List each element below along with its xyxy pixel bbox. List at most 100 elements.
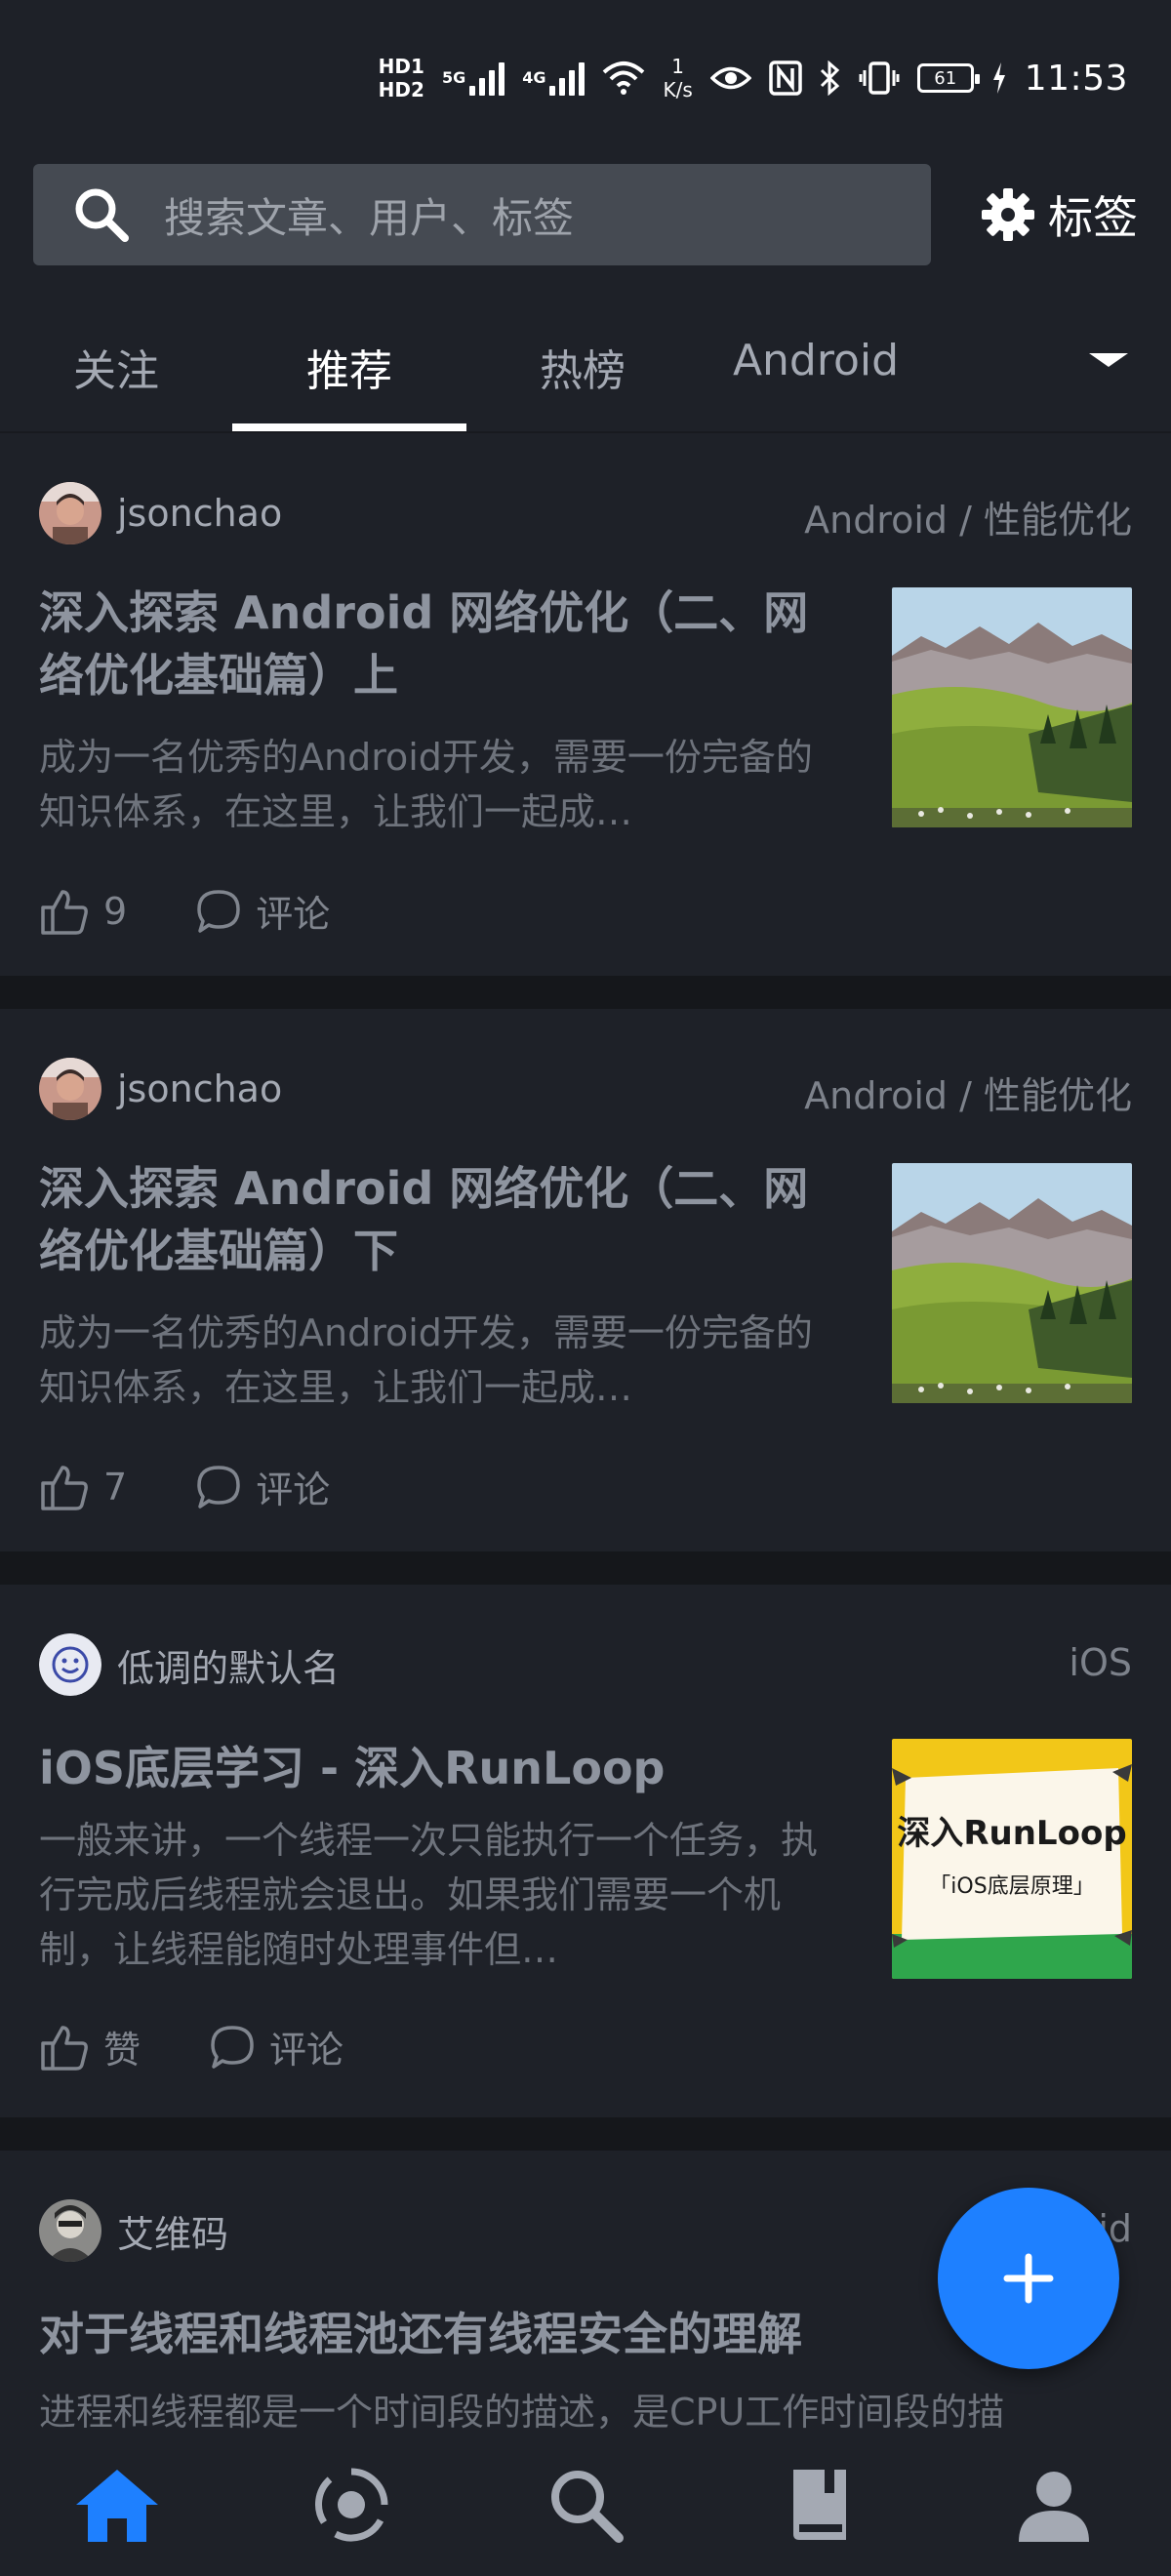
article-summary[interactable]: 一般来讲，一个线程一次只能执行一个任务，执行完成后线程就会退出。如果我们需要一个… [39, 1813, 849, 1977]
avatar[interactable] [39, 1058, 101, 1120]
charging-icon [992, 62, 1005, 94]
book-icon [793, 2470, 846, 2540]
article-thumbnail[interactable] [892, 1163, 1132, 1403]
thumb-subtitle: 「iOS底层原理」 [929, 1874, 1094, 1899]
gear-icon [982, 188, 1034, 241]
nav-pins[interactable] [298, 2451, 405, 2558]
profile-icon [1019, 2472, 1089, 2542]
tab-label: 热榜 [540, 346, 626, 396]
tab-android[interactable]: Android [699, 310, 933, 431]
card-separator [0, 2117, 1171, 2151]
nav-search[interactable] [532, 2451, 639, 2558]
article-card[interactable]: 低调的默认名 iOS iOS底层学习 - 深入RunLoop 一般来讲，一个线程… [0, 1585, 1171, 2117]
article-category[interactable]: Android / 性能优化 [804, 1066, 1132, 1119]
author-name[interactable]: 低调的默认名 [117, 1638, 340, 1692]
article-title[interactable]: 深入探索 Android 网络优化（二、网络优化基础篇）上 [39, 582, 839, 706]
search-placeholder: 搜索文章、用户、标签 [164, 193, 575, 242]
article-actions: 7 评论 [39, 1460, 398, 1513]
article-thumbnail[interactable]: 深入RunLoop 「iOS底层原理」 [892, 1739, 1132, 1979]
avatar[interactable] [39, 2199, 101, 2262]
tab-label: 推荐 [306, 346, 392, 396]
battery-level: 61 [934, 67, 957, 89]
tab-hot[interactable]: 热榜 [466, 310, 699, 431]
like-count: 9 [103, 889, 128, 933]
tags-button[interactable]: 标签 [982, 182, 1138, 247]
tab-label: 关注 [73, 346, 159, 396]
avatar[interactable] [39, 1633, 101, 1696]
hd2-label: HD2 [378, 78, 424, 101]
home-icon [76, 2470, 158, 2542]
article-card[interactable]: jsonchao Android / 性能优化 深入探索 Android 网络优… [0, 433, 1171, 976]
hd1-label: HD1 [378, 55, 424, 78]
bottom-nav [0, 2434, 1171, 2576]
comment-label: 评论 [256, 1469, 331, 1511]
comment-button[interactable]: 评论 [209, 2020, 343, 2073]
article-actions: 赞 评论 [39, 2020, 412, 2073]
comment-button[interactable]: 评论 [195, 884, 330, 938]
author-name[interactable]: 艾维码 [117, 2204, 228, 2258]
wifi-icon [603, 61, 645, 95]
article-title[interactable]: iOS底层学习 - 深入RunLoop [39, 1737, 839, 1799]
like-button[interactable]: 9 [39, 888, 127, 935]
like-button[interactable]: 赞 [39, 2020, 141, 2073]
tabs-expand-icon[interactable] [1089, 353, 1128, 367]
article-card[interactable]: jsonchao Android / 性能优化 深入探索 Android 网络优… [0, 1009, 1171, 1551]
search-icon [75, 188, 129, 242]
thumbs-up-icon [41, 889, 88, 935]
card-separator [0, 1551, 1171, 1585]
comment-icon [197, 1465, 240, 1509]
create-post-button[interactable] [938, 2188, 1119, 2369]
card-separator [0, 976, 1171, 1009]
thumb-title: 深入RunLoop [897, 1814, 1126, 1853]
comment-icon [211, 2025, 254, 2069]
thumbs-up-icon [41, 2025, 88, 2071]
nav-profile[interactable] [1000, 2451, 1108, 2558]
tags-label: 标签 [1048, 191, 1138, 244]
comment-button[interactable]: 评论 [195, 1460, 330, 1513]
author-row[interactable]: jsonchao [39, 1058, 282, 1120]
speed-unit: K/s [663, 78, 693, 101]
hd-indicator: HD1 HD2 [379, 55, 424, 101]
author-name[interactable]: jsonchao [117, 1067, 282, 1110]
plus-icon [1003, 2253, 1054, 2304]
article-category[interactable]: Android / 性能优化 [804, 490, 1132, 543]
article-summary[interactable]: 进程和线程都是一个时间段的描述，是CPU工作时间段的描 [39, 2385, 1132, 2434]
pins-icon [315, 2468, 388, 2542]
tab-following[interactable]: 关注 [0, 310, 232, 431]
signal-4g-icon: 4G [522, 60, 586, 96]
article-title[interactable]: 深入探索 Android 网络优化（二、网络优化基础篇）下 [39, 1157, 839, 1282]
article-category[interactable]: iOS [1069, 1641, 1132, 1684]
vibrate-icon [859, 61, 900, 95]
net1-label: 5G [441, 68, 466, 87]
eye-icon [709, 66, 751, 90]
clock: 11:53 [1024, 58, 1128, 99]
like-count: 7 [103, 1465, 128, 1509]
avatar[interactable] [39, 482, 101, 544]
comment-label: 评论 [256, 893, 331, 936]
author-name[interactable]: jsonchao [117, 492, 282, 535]
nav-home[interactable] [63, 2451, 171, 2558]
search-input[interactable]: 搜索文章、用户、标签 [33, 164, 931, 265]
thumbs-up-icon [41, 1465, 88, 1510]
comment-icon [197, 889, 240, 933]
like-button[interactable]: 7 [39, 1464, 127, 1510]
author-row[interactable]: 低调的默认名 [39, 1633, 340, 1696]
net2-label: 4G [522, 68, 546, 87]
bluetooth-icon [820, 60, 839, 96]
nav-books[interactable] [766, 2451, 873, 2558]
tab-recommended[interactable]: 推荐 [232, 310, 466, 431]
article-summary[interactable]: 成为一名优秀的Android开发，需要一份完备的知识体系，在这里，让我们一起成… [39, 730, 849, 839]
like-label: 赞 [103, 2029, 141, 2072]
battery-indicator: 61 [916, 63, 980, 93]
author-row[interactable]: 艾维码 [39, 2199, 228, 2262]
category-tabs: 关注 推荐 热榜 Android [0, 310, 1171, 431]
article-actions: 9 评论 [39, 884, 398, 938]
signal-5g-icon: 5G [442, 60, 505, 96]
author-row[interactable]: jsonchao [39, 482, 282, 544]
article-summary[interactable]: 成为一名优秀的Android开发，需要一份完备的知识体系，在这里，让我们一起成… [39, 1306, 849, 1415]
network-speed: 1 K/s [663, 55, 692, 101]
comment-label: 评论 [269, 2029, 344, 2072]
discover-icon [551, 2471, 624, 2543]
tab-label: Android [732, 336, 900, 385]
article-thumbnail[interactable] [892, 587, 1132, 827]
